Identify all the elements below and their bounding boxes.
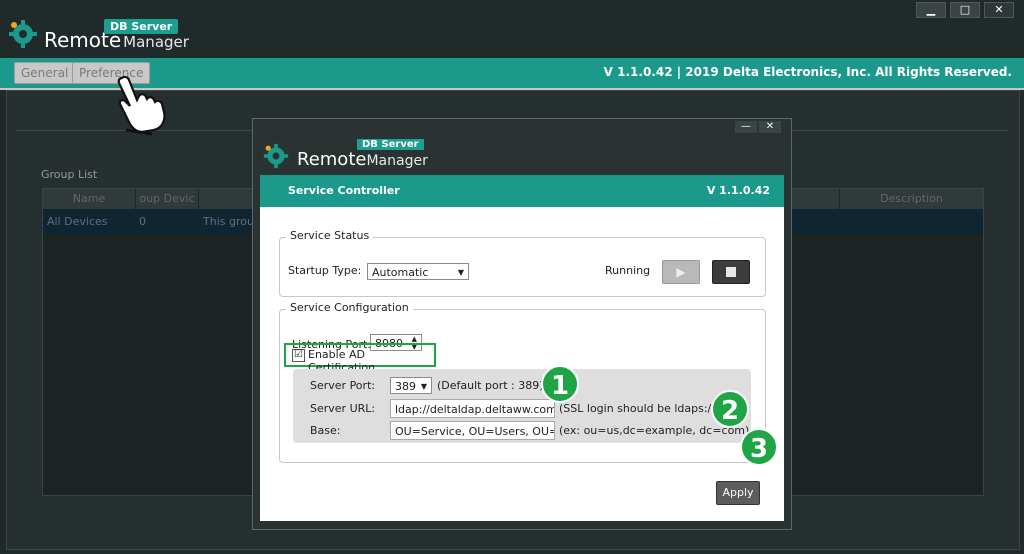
startup-type-label: Startup Type: (288, 264, 362, 277)
callout-3-badge: 3 (740, 428, 778, 466)
logo-manager: Manager (366, 153, 428, 169)
gear-logo-icon (9, 20, 37, 48)
enable-ad-certification-highlight: ☑ Enable AD Certification (284, 343, 436, 374)
server-port-value: 389 (395, 380, 416, 393)
cell-count: 0 (139, 215, 146, 228)
service-controller-dialog: — ✕ RemoteManager DB Server Service Cont… (252, 118, 792, 530)
dialog-close-button[interactable]: ✕ (759, 121, 781, 133)
minimize-button[interactable]: ▁ (916, 2, 946, 18)
dialog-logo-text: RemoteManager (297, 149, 428, 170)
dialog-version: V 1.1.0.42 (706, 184, 770, 197)
app-window: Remote Manager DB Server ▁ □ ✕ General Pr… (0, 0, 1024, 554)
startup-type-value: Automatic (372, 266, 429, 279)
dialog-body: Service Status Startup Type: Automatic ▼… (260, 207, 784, 521)
callout-2-badge: 2 (711, 390, 749, 428)
cell-name: All Devices (47, 215, 108, 228)
server-url-hint: (SSL login should be ldaps://) (559, 402, 720, 415)
tab-general[interactable]: General (14, 62, 76, 84)
group-list-label: Group List (41, 168, 98, 181)
server-url-input[interactable]: ldap://deltaldap.deltaww.com (390, 399, 555, 418)
apply-button[interactable]: Apply (716, 481, 760, 505)
dialog-window-controls: — ✕ (735, 121, 781, 133)
play-icon: ▶ (676, 265, 686, 279)
startup-type-select[interactable]: Automatic ▼ (367, 263, 469, 280)
dialog-minimize-button[interactable]: — (735, 121, 757, 133)
db-server-badge: DB Server (357, 139, 424, 150)
callout-1-badge: 1 (541, 365, 579, 403)
stop-service-button[interactable] (712, 260, 750, 284)
logo-manager: Manager (123, 33, 189, 51)
base-input[interactable]: OU=Service, OU=Users, OU=T\ (390, 421, 555, 440)
service-status-legend: Service Status (286, 229, 374, 242)
title-bar: Remote Manager DB Server ▁ □ ✕ (0, 0, 1024, 58)
column-header-description[interactable]: Description (840, 189, 983, 209)
dialog-title: Service Controller (288, 184, 400, 197)
start-service-button[interactable]: ▶ (662, 260, 700, 284)
service-status-text: Running (605, 264, 651, 277)
server-url-label: Server URL: (310, 402, 376, 415)
server-port-label: Server Port: (310, 379, 376, 392)
db-server-badge: DB Server (104, 19, 179, 34)
logo-remote: Remote (297, 149, 367, 170)
service-status-group: Service Status Startup Type: Automatic ▼… (279, 229, 766, 297)
base-label: Base: (310, 424, 341, 437)
dropdown-arrow-icon: ▼ (457, 268, 464, 277)
version-copyright: V 1.1.0.42 | 2019 Delta Electronics, Inc… (603, 65, 1012, 79)
server-port-select[interactable]: 389 ▼ (390, 377, 432, 394)
enable-ad-certification-checkbox[interactable]: ☑ (292, 349, 305, 362)
dialog-header: Service Controller V 1.1.0.42 (260, 175, 784, 207)
close-button[interactable]: ✕ (984, 2, 1014, 18)
ad-settings-panel: Server Port: 389 ▼ (Default port : 389) … (293, 369, 751, 443)
column-header-name[interactable]: Name (43, 189, 135, 209)
hand-pointer-cursor-icon (117, 75, 166, 136)
service-configuration-legend: Service Configuration (286, 301, 413, 314)
dropdown-arrow-icon: ▼ (420, 382, 427, 391)
column-header-group-devices[interactable]: oup Devic (136, 189, 198, 209)
window-controls: ▁ □ ✕ (916, 2, 1014, 18)
maximize-button[interactable]: □ (950, 2, 980, 18)
gear-logo-icon (263, 143, 289, 169)
server-port-hint: (Default port : 389) (437, 379, 544, 392)
